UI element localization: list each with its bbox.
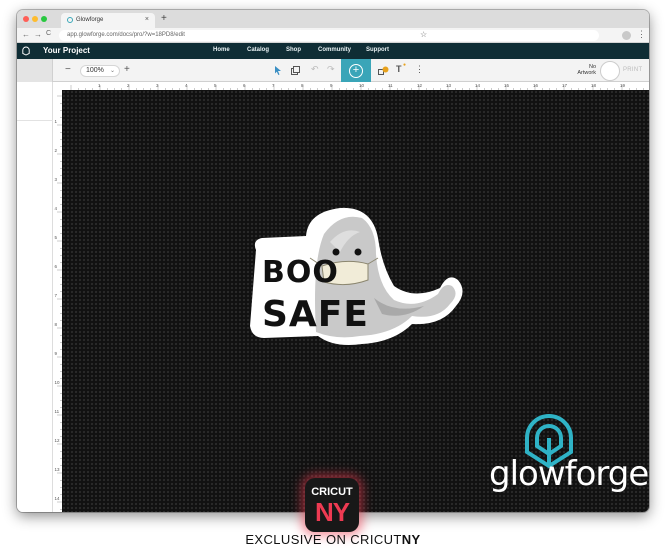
print-label: PRINT (623, 67, 643, 73)
ruler-h-label: 14 (475, 83, 481, 88)
add-artwork-button[interactable]: + (341, 59, 371, 82)
text-tool-badge-icon: ● (403, 62, 407, 68)
ruler-v-label: 6 (55, 264, 58, 269)
ruler-h-label: 16 (533, 83, 539, 88)
badge-line2: NY (314, 497, 350, 527)
nav-shop[interactable]: Shop (286, 47, 301, 53)
ruler-h-label: 12 (417, 83, 423, 88)
vertical-ruler: 1234567891011121314 (55, 95, 62, 510)
horizontal-ruler: 1 2 3 4 5 6 7 8 9 10 11 12 13 14 15 16 17 18 19 (63, 82, 649, 90)
ruler-v-label: 4 (55, 206, 58, 211)
ruler-v-label: 10 (55, 380, 61, 385)
ruler-h-label: 5 (214, 83, 217, 88)
ruler-h-label: 6 (243, 83, 246, 88)
ruler-h-label: 17 (562, 83, 568, 88)
profile-avatar[interactable] (622, 31, 631, 40)
new-tab-button[interactable]: + (161, 13, 167, 24)
ruler-v-label: 7 (55, 293, 58, 298)
editor-toolbar: − 100% ⌄ + ↶ ↷ + T ● ⋮ No Artwork PRINT (17, 59, 649, 82)
ruler-v-label: 11 (55, 409, 60, 414)
app-header: Your Project Home Catalog Shop Community… (17, 43, 649, 59)
nav-home[interactable]: Home (213, 47, 230, 53)
add-circle-icon: + (349, 64, 363, 78)
redo-icon[interactable]: ↷ (327, 64, 335, 75)
ruler-h-label: 9 (330, 83, 333, 88)
left-panel (17, 82, 53, 512)
nav-catalog[interactable]: Catalog (247, 47, 269, 53)
print-button[interactable] (600, 61, 620, 81)
tab-bar: Glowforge × + (17, 10, 649, 28)
zoom-select[interactable]: 100% ⌄ (80, 65, 120, 77)
ruler-h-label: 4 (185, 83, 188, 88)
ruler-h-label: 10 (359, 83, 365, 88)
ruler-h-label: 11 (388, 83, 393, 88)
ruler-v-label: 5 (55, 235, 58, 240)
ruler-v-label: 12 (55, 438, 61, 443)
ruler-h-label: 7 (272, 83, 275, 88)
ruler-v-label: 14 (55, 496, 61, 501)
select-pointer-icon[interactable] (274, 66, 282, 75)
chevron-down-icon: ⌄ (109, 68, 115, 74)
footer-prefix: EXCLUSIVE ON CRICUT (245, 532, 402, 547)
browser-menu-icon[interactable]: ⋮ (637, 29, 646, 40)
minimize-window-button[interactable] (32, 16, 38, 22)
tab-glowforge[interactable]: Glowforge × (61, 13, 155, 28)
ruler-h-label: 1 (98, 83, 101, 88)
undo-icon[interactable]: ↶ (311, 64, 319, 75)
ruler-v-label: 9 (55, 351, 58, 356)
toolbar-left-spacer (17, 59, 53, 82)
ruler-v-label: 13 (55, 467, 61, 472)
sticker-text-line2: SAFE (262, 294, 369, 335)
ruler-h-label: 3 (156, 83, 159, 88)
browser-window: Glowforge × + ← → C app.glowforge.com/do… (17, 10, 649, 512)
cricutny-badge-logo: CRICUT NY (305, 478, 359, 532)
left-panel-divider (17, 120, 53, 121)
url-input[interactable]: app.glowforge.com/docs/pro/?w=18PD8/edit (59, 30, 599, 41)
exclusive-footer: EXCLUSIVE ON CRICUTNY (0, 532, 666, 547)
nav-community[interactable]: Community (318, 47, 351, 53)
address-bar: ← → C app.glowforge.com/docs/pro/?w=18PD… (17, 28, 649, 43)
project-title[interactable]: Your Project (43, 46, 90, 55)
glowforge-logo-icon[interactable] (22, 46, 30, 56)
more-options-icon[interactable]: ⋮ (415, 64, 424, 75)
zoom-value: 100% (86, 67, 104, 74)
sticker-text-line1: BOO (262, 255, 339, 290)
zoom-in-button[interactable]: + (124, 64, 130, 75)
ruler-h-label: 18 (591, 83, 597, 88)
nav-support[interactable]: Support (366, 47, 389, 53)
shapes-icon[interactable] (378, 66, 389, 75)
text-tool-icon[interactable]: T (396, 64, 402, 74)
ghost-right-eye (354, 248, 362, 256)
ruler-h-label: 8 (301, 83, 304, 88)
no-artwork-status: No Artwork (577, 64, 596, 76)
close-window-button[interactable] (23, 16, 29, 22)
footer-bold: NY (401, 532, 421, 547)
ruler-v-label: 2 (55, 148, 58, 153)
glowforge-favicon-icon (67, 17, 73, 23)
maximize-window-button[interactable] (41, 16, 47, 22)
forward-icon[interactable]: → (34, 30, 42, 39)
zoom-out-button[interactable]: − (65, 64, 71, 75)
ruler-h-label: 19 (620, 83, 626, 88)
boo-safe-ghost-sticker[interactable]: BOO SAFE (244, 202, 466, 354)
back-icon[interactable]: ← (22, 30, 30, 39)
tab-close-icon[interactable]: × (145, 16, 149, 23)
ruler-h-label: 15 (504, 83, 510, 88)
copy-icon[interactable] (291, 66, 300, 75)
tab-title: Glowforge (76, 17, 104, 23)
ruler-h-label: 13 (446, 83, 452, 88)
glowforge-watermark-text: glowforge (489, 454, 649, 494)
ruler-v-label: 3 (55, 177, 58, 182)
reload-icon[interactable]: C (46, 30, 51, 37)
bookmark-star-icon[interactable]: ☆ (420, 30, 427, 39)
design-canvas[interactable]: BOO SAFE glowforge (62, 90, 649, 512)
ruler-v-label: 1 (55, 119, 58, 124)
ruler-v-label: 8 (55, 322, 58, 327)
ruler-h-label: 2 (127, 83, 130, 88)
